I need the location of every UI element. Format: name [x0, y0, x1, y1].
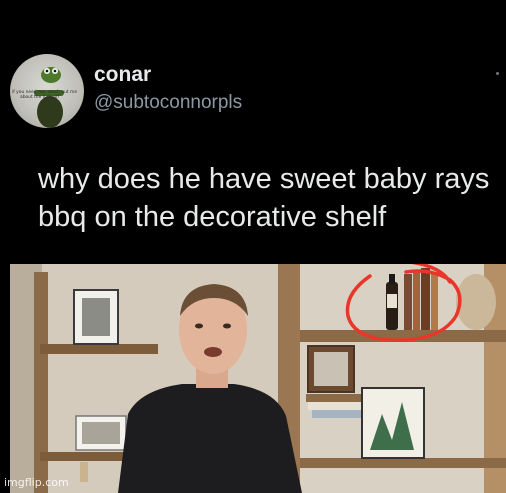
- imgflip-watermark: imgflip.com: [4, 476, 69, 489]
- avatar[interactable]: if you need me, reach out me about the f…: [10, 54, 84, 128]
- person-mouth: [204, 347, 222, 357]
- screenshot-frame: if you need me, reach out me about the f…: [0, 0, 506, 493]
- small-vase: [80, 462, 88, 482]
- photo-scene: [10, 264, 506, 493]
- framed-photo-lower-left-image: [82, 422, 120, 444]
- right-shelf-lower: [300, 458, 506, 468]
- tweet-photo[interactable]: [10, 264, 506, 493]
- book-3: [421, 268, 430, 330]
- book-2: [413, 270, 420, 330]
- user-handle[interactable]: @subtoconnorpls: [94, 92, 242, 114]
- avatar-caption-line-2: about the fuck off: [20, 94, 60, 100]
- more-options-icon[interactable]: [496, 72, 499, 75]
- book-1: [404, 274, 412, 330]
- left-shelf-upper: [40, 344, 158, 354]
- framed-photo-middle-image: [314, 352, 348, 386]
- framed-photo-left-image: [82, 298, 110, 336]
- bbq-bottle-cap: [389, 274, 395, 284]
- person-torso: [118, 384, 302, 493]
- tweet-text: why does he have sweet baby rays bbq on …: [38, 163, 490, 233]
- person-eye-left: [195, 323, 203, 329]
- person-eye-right: [223, 323, 231, 329]
- vase-upper-right: [456, 274, 496, 330]
- display-name[interactable]: conar: [94, 63, 151, 87]
- kermit-avatar-image: if you need me, reach out me about the f…: [12, 67, 77, 128]
- bbq-bottle-label: [387, 294, 397, 308]
- book-4: [431, 272, 438, 330]
